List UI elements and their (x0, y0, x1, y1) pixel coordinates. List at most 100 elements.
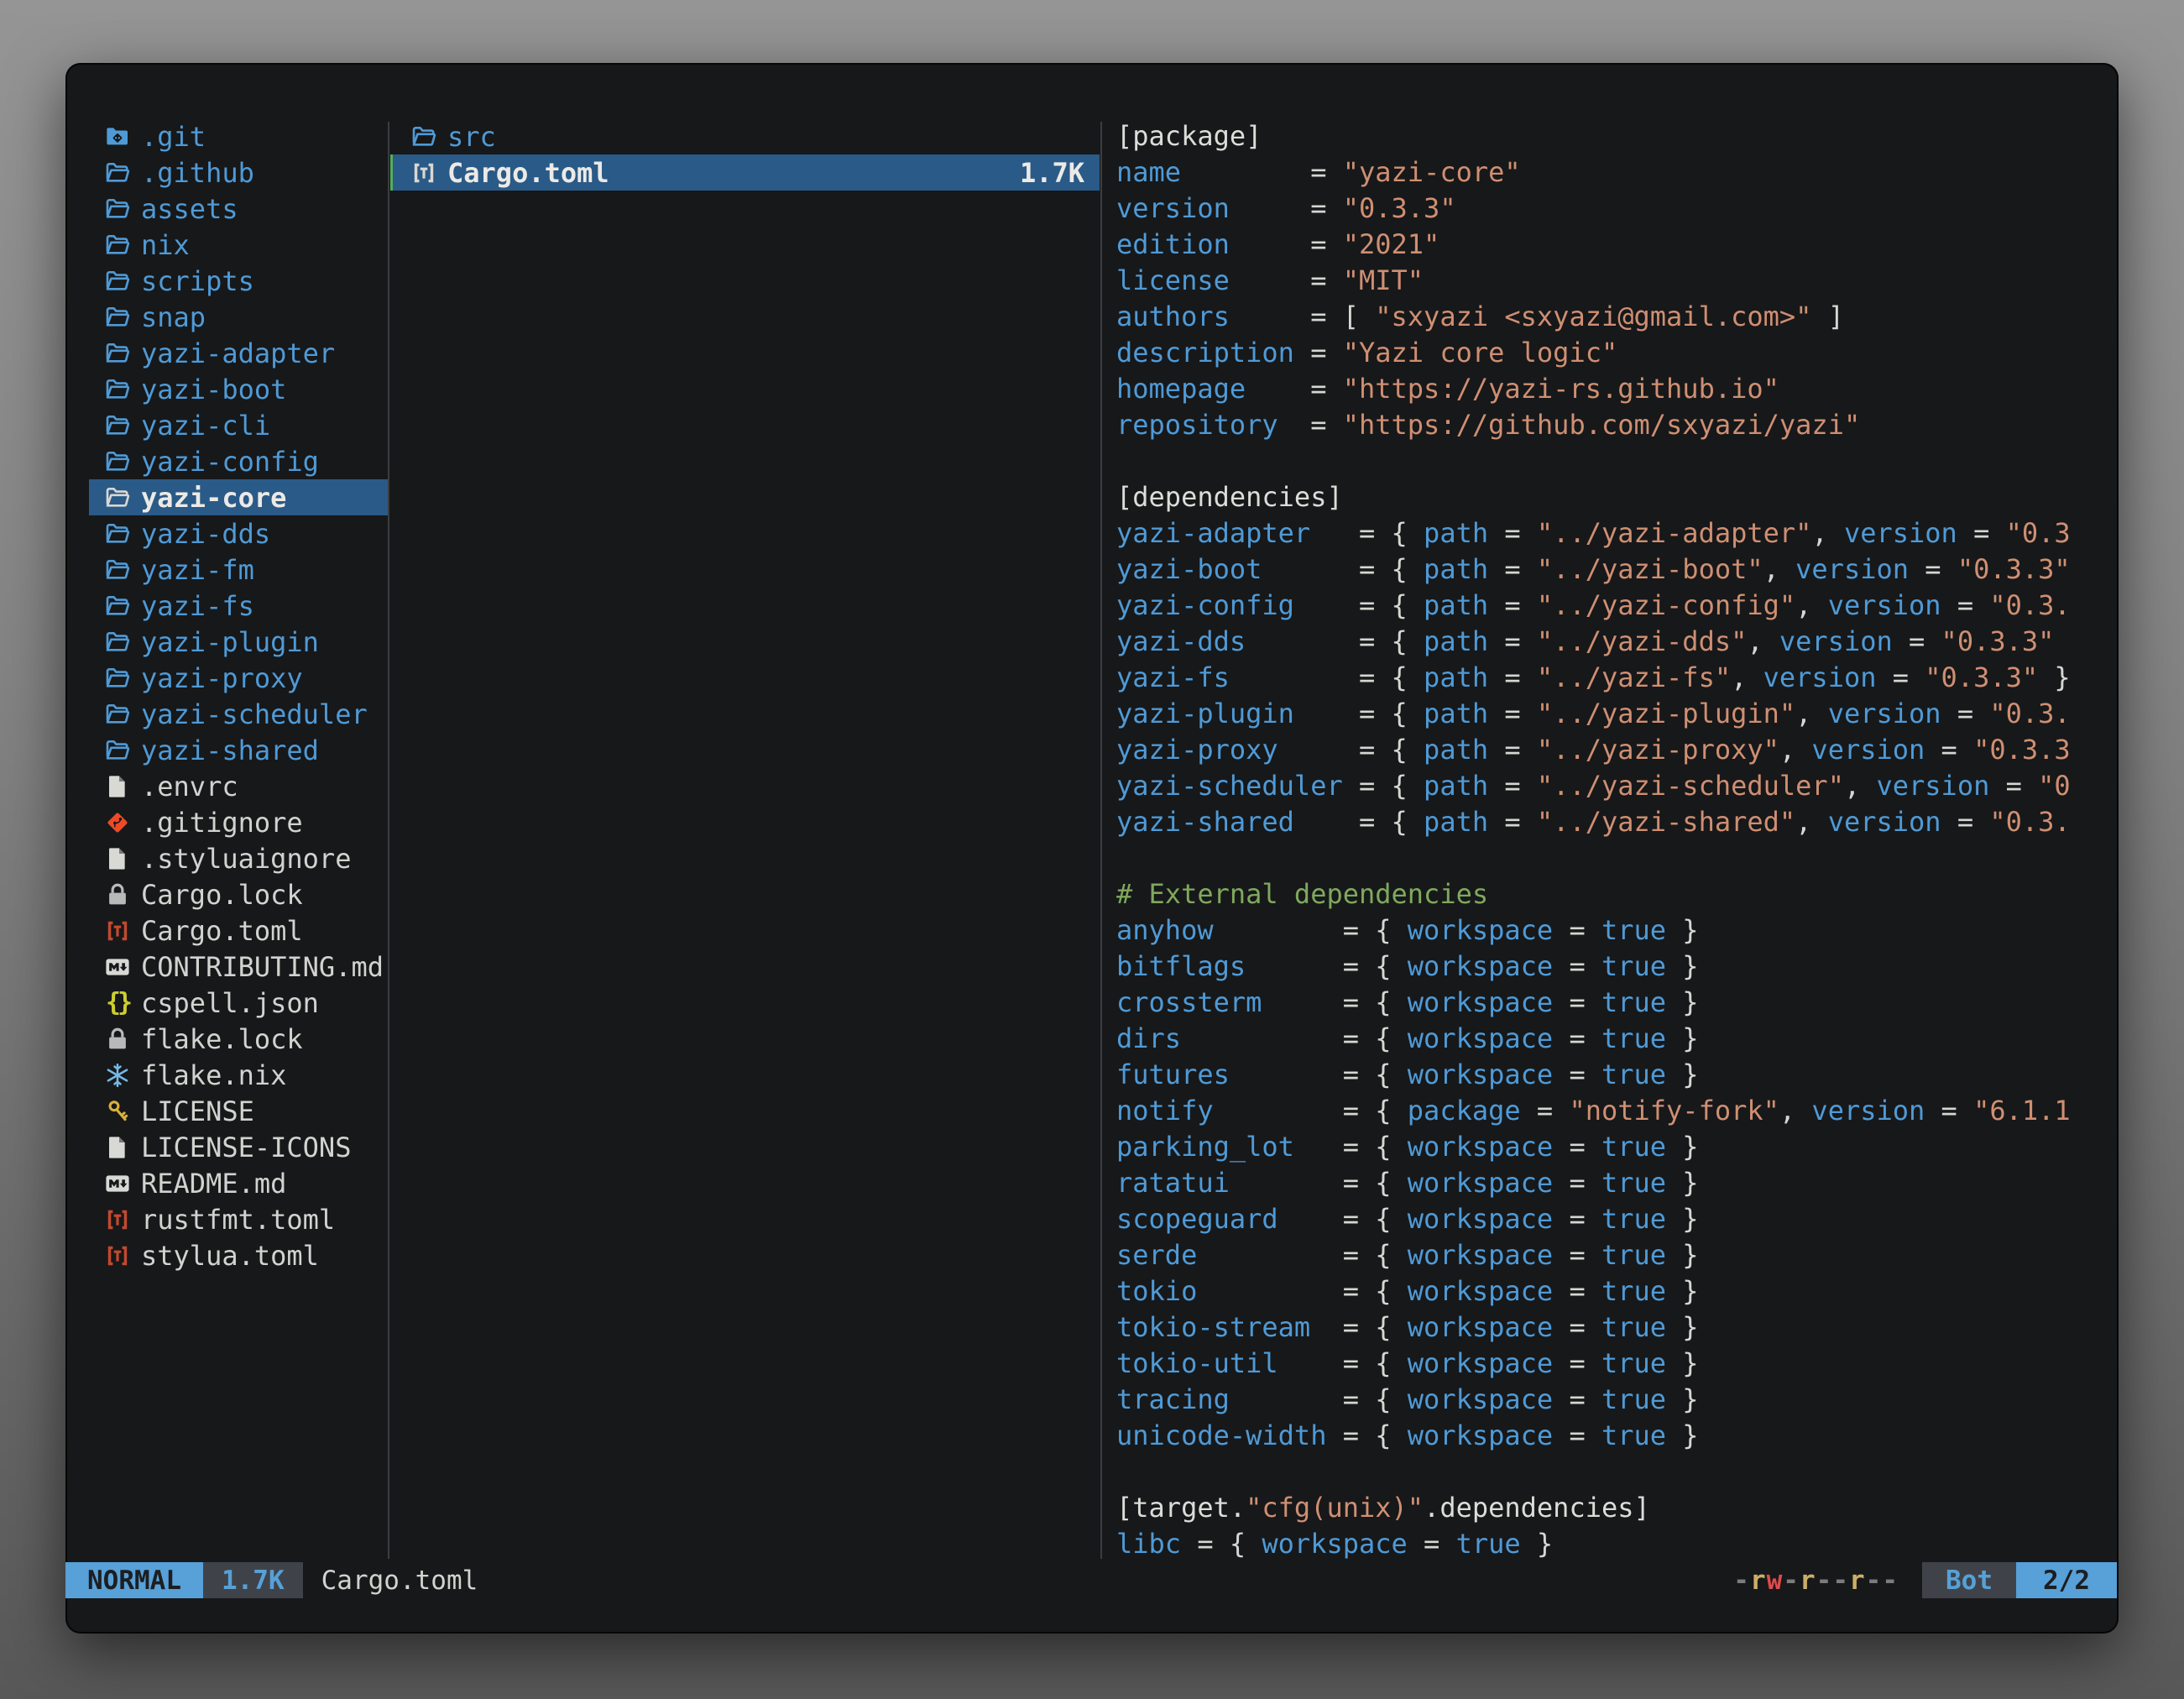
file-icon (102, 844, 133, 874)
preview-line: authors = [ "sxyazi <sxyazi@gmail.com>" … (1116, 299, 2122, 335)
preview-line (1116, 1454, 2122, 1490)
preview-line: name = "yazi-core" (1116, 154, 2122, 191)
preview-line: version = "0.3.3" (1116, 191, 2122, 227)
file-row[interactable]: yazi-cli (89, 407, 389, 443)
file-row[interactable]: yazi-boot (89, 371, 389, 407)
folder-open-icon (102, 302, 133, 332)
file-name: yazi-boot (141, 374, 286, 405)
file-row[interactable]: yazi-adapter (89, 335, 389, 371)
preview-line: yazi-shared = { path = "../yazi-shared",… (1116, 804, 2122, 840)
file-row[interactable]: yazi-proxy (89, 660, 389, 696)
file-row[interactable]: rustfmt.toml (89, 1201, 389, 1237)
file-row[interactable]: yazi-scheduler (89, 696, 389, 732)
preview-line: tracing = { workspace = true } (1116, 1382, 2122, 1418)
folder-open-icon (102, 663, 133, 693)
scroll-position-badge: Bot (1922, 1562, 2016, 1598)
preview-line: tokio-stream = { workspace = true } (1116, 1310, 2122, 1346)
file-row[interactable]: Cargo.toml1.7K (390, 154, 1100, 191)
toml-icon (102, 916, 133, 946)
preview-line: yazi-proxy = { path = "../yazi-proxy", v… (1116, 732, 2122, 768)
file-name: rustfmt.toml (141, 1204, 335, 1236)
file-row[interactable]: CONTRIBUTING.md (89, 949, 389, 985)
preview-line: [package] (1116, 118, 2122, 154)
preview-line: yazi-adapter = { path = "../yazi-adapter… (1116, 515, 2122, 552)
preview-line: scopeguard = { workspace = true } (1116, 1201, 2122, 1237)
file-name: yazi-fm (141, 554, 254, 586)
preview-line: bitflags = { workspace = true } (1116, 949, 2122, 985)
preview-line: license = "MIT" (1116, 263, 2122, 299)
file-row[interactable]: nix (89, 227, 389, 263)
folder-open-icon (102, 158, 133, 188)
file-row[interactable]: Cargo.lock (89, 876, 389, 912)
preview-line: yazi-boot = { path = "../yazi-boot", ver… (1116, 552, 2122, 588)
folder-open-icon (102, 699, 133, 729)
file-row[interactable]: yazi-core (89, 479, 389, 515)
folder-open-icon (102, 194, 133, 224)
file-name: flake.nix (141, 1059, 286, 1091)
file-name: yazi-fs (141, 590, 254, 622)
folder-open-icon (102, 627, 133, 657)
file-name: yazi-plugin (141, 626, 319, 658)
file-row[interactable]: LICENSE-ICONS (89, 1129, 389, 1165)
folder-open-icon (102, 735, 133, 766)
lock-icon (102, 1024, 133, 1054)
file-row[interactable]: yazi-plugin (89, 624, 389, 660)
file-row[interactable]: snap (89, 299, 389, 335)
file-row[interactable]: yazi-dds (89, 515, 389, 552)
file-row[interactable]: .styluaignore (89, 840, 389, 876)
file-name: yazi-shared (141, 734, 319, 766)
file-name: yazi-adapter (141, 337, 335, 369)
preview-line: [dependencies] (1116, 479, 2122, 515)
parent-directory-pane: .git.githubassets nix scripts snap yazi-adap… (65, 118, 389, 1273)
preview-line: anyhow = { workspace = true } (1116, 912, 2122, 949)
folder-open-icon (102, 555, 133, 585)
file-name: flake.lock (141, 1023, 303, 1055)
file-row[interactable]: .gitignore (89, 804, 389, 840)
preview-line: crossterm = { workspace = true } (1116, 985, 2122, 1021)
preview-line: description = "Yazi core logic" (1116, 335, 2122, 371)
file-row[interactable]: Cargo.toml (89, 912, 389, 949)
file-name: yazi-dds (141, 518, 270, 550)
file-row[interactable]: assets (89, 191, 389, 227)
file-name: assets (141, 193, 238, 225)
file-row[interactable]: .envrc (89, 768, 389, 804)
file-row[interactable]: .github (89, 154, 389, 191)
file-row[interactable]: stylua.toml (89, 1237, 389, 1273)
file-row[interactable]: flake.nix (89, 1057, 389, 1093)
lock-icon (102, 880, 133, 910)
file-name: snap (141, 301, 206, 333)
preview-line: serde = { workspace = true } (1116, 1237, 2122, 1273)
file-row[interactable]: .git (89, 118, 389, 154)
preview-line: parking_lot = { workspace = true } (1116, 1129, 2122, 1165)
file-name: yazi-proxy (141, 662, 303, 694)
file-preview-pane: [package]name = "yazi-core"version = "0.… (1116, 118, 2122, 1562)
preview-line: homepage = "https://yazi-rs.github.io" (1116, 371, 2122, 407)
file-name: scripts (141, 265, 254, 297)
file-row[interactable]: yazi-config (89, 443, 389, 479)
file-row[interactable]: src (390, 118, 1100, 154)
file-row[interactable]: LICENSE (89, 1093, 389, 1129)
file-icon (102, 771, 133, 802)
folder-open-icon (102, 230, 133, 260)
preview-line: notify = { package = "notify-fork", vers… (1116, 1093, 2122, 1129)
cursor-position-badge: 2/2 (2016, 1562, 2117, 1598)
preview-line: [target."cfg(unix)".dependencies] (1116, 1490, 2122, 1526)
file-row[interactable]: README.md (89, 1165, 389, 1201)
file-row[interactable]: scripts (89, 263, 389, 299)
folder-open-icon (102, 447, 133, 477)
file-row[interactable]: yazi-fm (89, 552, 389, 588)
file-row[interactable]: flake.lock (89, 1021, 389, 1057)
file-name: .gitignore (141, 807, 303, 839)
preview-line: edition = "2021" (1116, 227, 2122, 263)
folder-open-icon (102, 338, 133, 369)
preview-line: # External dependencies (1116, 876, 2122, 912)
file-row[interactable]: yazi-shared (89, 732, 389, 768)
file-name: LICENSE (141, 1095, 254, 1127)
file-row[interactable]: {}cspell.json (89, 985, 389, 1021)
preview-line: tokio-util = { workspace = true } (1116, 1346, 2122, 1382)
file-name: nix (141, 229, 190, 261)
current-directory-pane: srcCargo.toml1.7K (390, 118, 1100, 191)
file-name: Cargo.lock (141, 879, 303, 911)
file-row[interactable]: yazi-fs (89, 588, 389, 624)
file-name: .envrc (141, 771, 238, 802)
